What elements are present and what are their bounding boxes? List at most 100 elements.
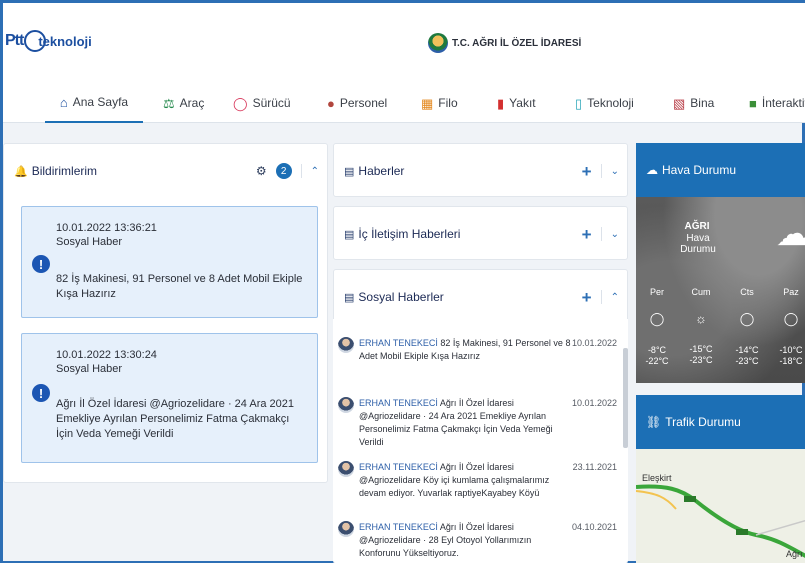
moon-icon: ◯	[783, 311, 799, 326]
expand-chevron-icon[interactable]: ⌄	[611, 229, 619, 240]
notification-card[interactable]: 10.01.2022 13:36:21 Sosyal Haber ! 82 İş…	[21, 206, 318, 318]
forecast-day: Cts ◯ -14°C -23°C	[732, 287, 762, 367]
gear-icon[interactable]: ⚙	[256, 164, 267, 178]
notifications-header: 🔔 Bildirimlerim ⚙ 2 ⌃	[4, 144, 327, 198]
institution-seal-icon	[428, 33, 448, 53]
news-date: 10.01.2022	[571, 398, 617, 408]
news-scrollbar[interactable]	[623, 348, 628, 448]
notification-text: 82 İş Makinesi, 91 Personel ve 8 Adet Mo…	[56, 273, 303, 300]
weather-header: ☁ Hava Durumu	[636, 143, 805, 197]
nav-item-filo[interactable]: ▦ Filo	[421, 83, 458, 123]
add-news-button[interactable]: +	[582, 163, 592, 180]
forecast-day: Cum ☼ -15°C -23°C	[686, 287, 716, 366]
expand-chevron-icon[interactable]: ⌄	[611, 166, 619, 177]
traffic-title: Trafik Durumu	[665, 415, 741, 429]
mobile-icon: ▯	[575, 95, 583, 111]
avatar	[338, 397, 354, 413]
forecast-day: Paz ◯ -10°C -18°C	[776, 287, 805, 367]
forecast-low: -23°C	[735, 356, 759, 366]
weather-title: Hava Durumu	[662, 163, 737, 177]
forecast-low: -22°C	[645, 356, 669, 366]
nav-item-personel[interactable]: ● Personel	[327, 83, 387, 123]
traffic-panel: ⛓ Trafik Durumu Eleşkirt Ağrı	[636, 395, 805, 563]
notification-type: Sosyal Haber	[56, 236, 123, 248]
news-panel: ▤ Haberler + ⌄	[333, 143, 628, 197]
alert-icon: !	[32, 384, 50, 402]
cloud-icon: ☁	[776, 215, 805, 253]
traffic-header: ⛓ Trafik Durumu	[636, 395, 805, 449]
forecast-high: -14°C	[735, 345, 759, 355]
nav-item-arac[interactable]: ⚖ Araç	[163, 83, 204, 123]
divider	[600, 290, 602, 304]
home-icon: ⌂	[59, 94, 68, 110]
news-date: 23.11.2021	[572, 462, 617, 472]
nav-label: Araç	[179, 96, 205, 110]
traffic-light-icon: ⛓	[646, 415, 662, 429]
nav-item-bina[interactable]: ▧ Bina	[673, 83, 714, 123]
forecast-day-label: Cts	[740, 287, 754, 297]
nav-item-surucu[interactable]: ◯ Sürücü	[233, 83, 291, 123]
notification-card[interactable]: 10.01.2022 13:30:24 Sosyal Haber ! Ağrı …	[21, 333, 318, 463]
forecast-high: -8°C	[647, 345, 667, 355]
news-author[interactable]: ERHAN TENEKECİ	[359, 398, 438, 408]
main-nav: ⌂ Ana Sayfa ⚖ Araç ◯ Sürücü ● Personel ▦…	[3, 83, 805, 123]
social-news-title: Sosyal Haberler	[358, 290, 444, 304]
ptt-teknoloji-logo[interactable]: Ptt teknoloji	[5, 27, 92, 55]
logo-teknoloji-text: teknoloji	[38, 33, 92, 49]
forecast-low: -23°C	[689, 355, 713, 365]
divider	[600, 227, 602, 241]
forecast-high: -15°C	[689, 344, 713, 354]
list-icon: ▤	[344, 228, 355, 241]
alert-icon: !	[32, 255, 50, 273]
forecast-day-label: Per	[649, 287, 664, 297]
nav-item-ana-sayfa[interactable]: ⌂ Ana Sayfa	[45, 83, 143, 123]
sun-cloud-icon: ☼	[695, 311, 707, 326]
nav-label: Sürücü	[252, 96, 291, 110]
nav-label: Teknoloji	[587, 96, 634, 110]
collapse-chevron-icon[interactable]: ⌃	[611, 292, 619, 303]
notification-meta: 10.01.2022 13:36:21 Sosyal Haber	[56, 221, 157, 249]
nav-item-teknoloji[interactable]: ▯ Teknoloji	[575, 83, 634, 123]
traffic-map[interactable]: Eleşkirt Ağrı	[636, 449, 805, 563]
list-icon: ▤	[344, 165, 355, 178]
divider	[600, 164, 602, 178]
list-item[interactable]: ERHAN TENEKECİ Ağrı İl Özel İdaresi @Agr…	[333, 461, 621, 500]
steering-icon: ◯	[233, 95, 248, 111]
news-author[interactable]: ERHAN TENEKECİ	[359, 522, 438, 532]
nav-label: Bina	[690, 96, 715, 110]
add-internal-news-button[interactable]: +	[582, 226, 592, 243]
collapse-chevron-icon[interactable]: ⌃	[311, 166, 319, 177]
person-icon: ●	[327, 95, 335, 111]
building-icon: ▧	[673, 95, 686, 111]
notification-meta: 10.01.2022 13:30:24 Sosyal Haber	[56, 348, 157, 376]
nav-label: Personel	[339, 96, 388, 110]
news-author[interactable]: ERHAN TENEKECİ	[359, 462, 438, 472]
news-date: 04.10.2021	[571, 522, 617, 532]
forecast-high: -10°C	[779, 345, 803, 355]
list-item[interactable]: ERHAN TENEKECİ Ağrı İl Özel İdaresi @Agr…	[333, 397, 621, 449]
nav-item-interaktif[interactable]: ■ İnteraktif	[749, 83, 805, 123]
list-item[interactable]: ERHAN TENEKECİ 82 İş Makinesi, 91 Person…	[333, 337, 621, 363]
top-header: Ptt teknoloji T.C. AĞRI İL ÖZEL İDARESİ	[3, 3, 805, 83]
internal-news-header: ▤ İç İletişim Haberleri + ⌄	[334, 207, 627, 261]
list-icon: ▤	[344, 291, 355, 304]
list-item[interactable]: ERHAN TENEKECİ Ağrı İl Özel İdaresi @Agr…	[333, 521, 621, 560]
internal-news-panel: ▤ İç İletişim Haberleri + ⌄	[333, 206, 628, 260]
notifications-title: Bildirimlerim	[31, 164, 98, 178]
comment-icon: ■	[749, 95, 757, 111]
institution-title: T.C. AĞRI İL ÖZEL İDARESİ	[428, 33, 581, 53]
nav-item-yakit[interactable]: ▮ Yakıt	[497, 83, 536, 123]
add-social-news-button[interactable]: +	[582, 289, 592, 306]
bell-icon: 🔔	[14, 165, 28, 178]
nav-label: Filo	[438, 96, 458, 110]
fuel-icon: ▮	[497, 95, 505, 111]
forecast-day: Per ◯ -8°C -22°C	[642, 287, 672, 367]
logo-ring-icon	[24, 30, 47, 52]
car-icon: ⚖	[163, 95, 175, 111]
social-news-list: ERHAN TENEKECİ 82 İş Makinesi, 91 Person…	[333, 319, 628, 561]
notification-type: Sosyal Haber	[56, 363, 123, 375]
news-author[interactable]: ERHAN TENEKECİ	[359, 338, 438, 348]
avatar	[338, 461, 354, 477]
news-title: Haberler	[358, 164, 405, 178]
moon-icon: ◯	[649, 311, 665, 326]
